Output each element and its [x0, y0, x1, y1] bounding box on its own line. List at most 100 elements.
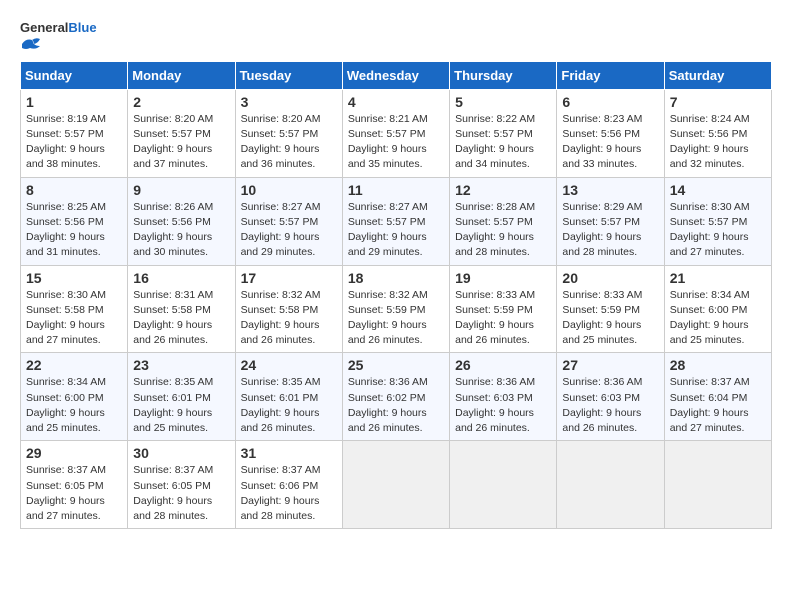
day-cell: 21 Sunrise: 8:34 AMSunset: 6:00 PMDaylig… [664, 265, 771, 353]
day-cell: 25 Sunrise: 8:36 AMSunset: 6:02 PMDaylig… [342, 353, 449, 441]
day-number: 8 [26, 182, 122, 198]
day-info: Sunrise: 8:37 AMSunset: 6:05 PMDaylight:… [133, 464, 213, 522]
day-cell: 12 Sunrise: 8:28 AMSunset: 5:57 PMDaylig… [450, 177, 557, 265]
day-number: 18 [348, 270, 444, 286]
day-info: Sunrise: 8:37 AMSunset: 6:06 PMDaylight:… [241, 464, 321, 522]
weekday-wednesday: Wednesday [342, 61, 449, 89]
day-cell: 15 Sunrise: 8:30 AMSunset: 5:58 PMDaylig… [21, 265, 128, 353]
day-cell: 28 Sunrise: 8:37 AMSunset: 6:04 PMDaylig… [664, 353, 771, 441]
day-number: 29 [26, 445, 122, 461]
header: GeneralBlue [20, 20, 772, 57]
day-cell: 4 Sunrise: 8:21 AMSunset: 5:57 PMDayligh… [342, 89, 449, 177]
day-cell: 10 Sunrise: 8:27 AMSunset: 5:57 PMDaylig… [235, 177, 342, 265]
day-info: Sunrise: 8:36 AMSunset: 6:03 PMDaylight:… [455, 376, 535, 434]
day-cell: 20 Sunrise: 8:33 AMSunset: 5:59 PMDaylig… [557, 265, 664, 353]
day-number: 20 [562, 270, 658, 286]
logo-general: GeneralBlue [20, 20, 97, 36]
day-info: Sunrise: 8:36 AMSunset: 6:02 PMDaylight:… [348, 376, 428, 434]
day-number: 26 [455, 357, 551, 373]
day-number: 24 [241, 357, 337, 373]
day-number: 25 [348, 357, 444, 373]
day-cell: 9 Sunrise: 8:26 AMSunset: 5:56 PMDayligh… [128, 177, 235, 265]
day-info: Sunrise: 8:37 AMSunset: 6:05 PMDaylight:… [26, 464, 106, 522]
day-cell: 22 Sunrise: 8:34 AMSunset: 6:00 PMDaylig… [21, 353, 128, 441]
day-number: 12 [455, 182, 551, 198]
day-cell [664, 441, 771, 529]
day-cell: 3 Sunrise: 8:20 AMSunset: 5:57 PMDayligh… [235, 89, 342, 177]
day-cell: 18 Sunrise: 8:32 AMSunset: 5:59 PMDaylig… [342, 265, 449, 353]
day-cell: 31 Sunrise: 8:37 AMSunset: 6:06 PMDaylig… [235, 441, 342, 529]
day-info: Sunrise: 8:30 AMSunset: 5:57 PMDaylight:… [670, 201, 750, 259]
day-number: 19 [455, 270, 551, 286]
day-cell [450, 441, 557, 529]
day-info: Sunrise: 8:22 AMSunset: 5:57 PMDaylight:… [455, 113, 535, 171]
day-number: 2 [133, 94, 229, 110]
day-info: Sunrise: 8:35 AMSunset: 6:01 PMDaylight:… [133, 376, 213, 434]
day-cell: 11 Sunrise: 8:27 AMSunset: 5:57 PMDaylig… [342, 177, 449, 265]
day-number: 1 [26, 94, 122, 110]
day-cell: 6 Sunrise: 8:23 AMSunset: 5:56 PMDayligh… [557, 89, 664, 177]
week-row-3: 15 Sunrise: 8:30 AMSunset: 5:58 PMDaylig… [21, 265, 772, 353]
day-info: Sunrise: 8:26 AMSunset: 5:56 PMDaylight:… [133, 201, 213, 259]
day-info: Sunrise: 8:20 AMSunset: 5:57 PMDaylight:… [133, 113, 213, 171]
day-cell: 19 Sunrise: 8:33 AMSunset: 5:59 PMDaylig… [450, 265, 557, 353]
weekday-monday: Monday [128, 61, 235, 89]
weekday-header-row: SundayMondayTuesdayWednesdayThursdayFrid… [21, 61, 772, 89]
day-number: 6 [562, 94, 658, 110]
day-cell: 8 Sunrise: 8:25 AMSunset: 5:56 PMDayligh… [21, 177, 128, 265]
day-number: 10 [241, 182, 337, 198]
logo-text-block: GeneralBlue [20, 20, 97, 57]
day-number: 14 [670, 182, 766, 198]
day-number: 22 [26, 357, 122, 373]
calendar: SundayMondayTuesdayWednesdayThursdayFrid… [20, 61, 772, 529]
day-cell: 1 Sunrise: 8:19 AMSunset: 5:57 PMDayligh… [21, 89, 128, 177]
day-number: 31 [241, 445, 337, 461]
weekday-tuesday: Tuesday [235, 61, 342, 89]
day-number: 11 [348, 182, 444, 198]
day-info: Sunrise: 8:20 AMSunset: 5:57 PMDaylight:… [241, 113, 321, 171]
day-info: Sunrise: 8:28 AMSunset: 5:57 PMDaylight:… [455, 201, 535, 259]
day-number: 30 [133, 445, 229, 461]
day-info: Sunrise: 8:25 AMSunset: 5:56 PMDaylight:… [26, 201, 106, 259]
day-number: 5 [455, 94, 551, 110]
day-number: 16 [133, 270, 229, 286]
weekday-friday: Friday [557, 61, 664, 89]
day-number: 17 [241, 270, 337, 286]
day-cell [342, 441, 449, 529]
day-cell: 17 Sunrise: 8:32 AMSunset: 5:58 PMDaylig… [235, 265, 342, 353]
day-info: Sunrise: 8:21 AMSunset: 5:57 PMDaylight:… [348, 113, 428, 171]
day-cell: 7 Sunrise: 8:24 AMSunset: 5:56 PMDayligh… [664, 89, 771, 177]
day-cell: 24 Sunrise: 8:35 AMSunset: 6:01 PMDaylig… [235, 353, 342, 441]
day-cell: 26 Sunrise: 8:36 AMSunset: 6:03 PMDaylig… [450, 353, 557, 441]
day-cell: 2 Sunrise: 8:20 AMSunset: 5:57 PMDayligh… [128, 89, 235, 177]
day-info: Sunrise: 8:32 AMSunset: 5:58 PMDaylight:… [241, 289, 321, 347]
day-info: Sunrise: 8:23 AMSunset: 5:56 PMDaylight:… [562, 113, 642, 171]
logo: GeneralBlue [20, 20, 97, 57]
day-number: 3 [241, 94, 337, 110]
day-number: 9 [133, 182, 229, 198]
logo-bird-icon [20, 36, 42, 52]
day-info: Sunrise: 8:30 AMSunset: 5:58 PMDaylight:… [26, 289, 106, 347]
day-info: Sunrise: 8:37 AMSunset: 6:04 PMDaylight:… [670, 376, 750, 434]
week-row-2: 8 Sunrise: 8:25 AMSunset: 5:56 PMDayligh… [21, 177, 772, 265]
day-cell: 23 Sunrise: 8:35 AMSunset: 6:01 PMDaylig… [128, 353, 235, 441]
day-cell: 27 Sunrise: 8:36 AMSunset: 6:03 PMDaylig… [557, 353, 664, 441]
day-number: 27 [562, 357, 658, 373]
day-cell: 14 Sunrise: 8:30 AMSunset: 5:57 PMDaylig… [664, 177, 771, 265]
day-info: Sunrise: 8:34 AMSunset: 6:00 PMDaylight:… [670, 289, 750, 347]
day-cell: 29 Sunrise: 8:37 AMSunset: 6:05 PMDaylig… [21, 441, 128, 529]
day-cell: 13 Sunrise: 8:29 AMSunset: 5:57 PMDaylig… [557, 177, 664, 265]
day-number: 13 [562, 182, 658, 198]
day-number: 4 [348, 94, 444, 110]
weekday-sunday: Sunday [21, 61, 128, 89]
day-cell: 16 Sunrise: 8:31 AMSunset: 5:58 PMDaylig… [128, 265, 235, 353]
weekday-thursday: Thursday [450, 61, 557, 89]
day-info: Sunrise: 8:27 AMSunset: 5:57 PMDaylight:… [348, 201, 428, 259]
day-info: Sunrise: 8:34 AMSunset: 6:00 PMDaylight:… [26, 376, 106, 434]
day-info: Sunrise: 8:32 AMSunset: 5:59 PMDaylight:… [348, 289, 428, 347]
day-info: Sunrise: 8:31 AMSunset: 5:58 PMDaylight:… [133, 289, 213, 347]
day-number: 21 [670, 270, 766, 286]
page-wrapper: GeneralBlue SundayMondayTuesdayWednesday… [20, 20, 772, 529]
day-number: 23 [133, 357, 229, 373]
week-row-4: 22 Sunrise: 8:34 AMSunset: 6:00 PMDaylig… [21, 353, 772, 441]
